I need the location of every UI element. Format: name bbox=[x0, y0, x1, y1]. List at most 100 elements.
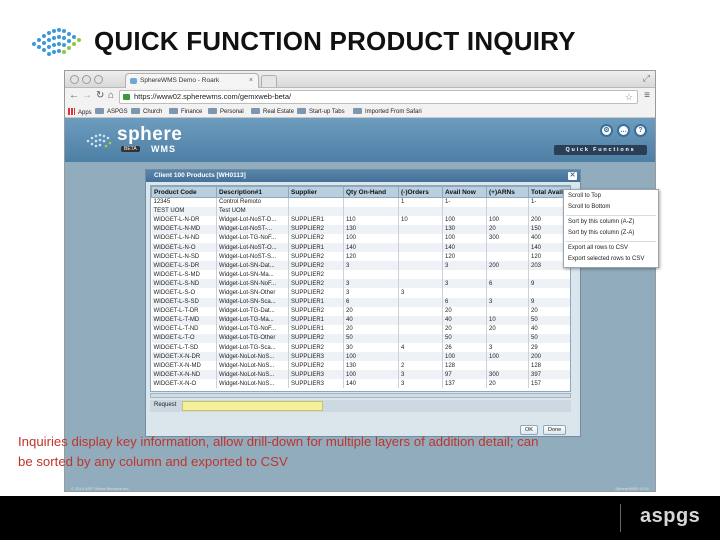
browser-tab[interactable]: SphereWMS Demo - Roark × bbox=[125, 73, 259, 88]
context-menu-item-export-all[interactable]: Export all rows to CSV bbox=[568, 245, 628, 251]
close-window-icon[interactable] bbox=[70, 75, 79, 84]
help-icon[interactable]: ? bbox=[634, 124, 647, 137]
context-menu-item-sort-a-z[interactable]: Sort by this column (A-Z) bbox=[568, 219, 634, 225]
table-row[interactable]: 12345 Control Remoto 1 1- 1- bbox=[151, 197, 570, 207]
table-cell: WIDGET-L-T-MD bbox=[151, 315, 217, 325]
table-row[interactable]: WIDGET-L-T-DR Widget-Lot-TG-Dat... SUPPLIE… bbox=[151, 306, 570, 316]
bookmark-finance[interactable]: Finance bbox=[169, 108, 202, 116]
table-cell: 40 bbox=[343, 315, 399, 325]
context-menu-item-scroll-to-bottom[interactable]: Scroll to Bottom bbox=[568, 204, 610, 210]
context-menu-item-sort-z-a[interactable]: Sort by this column (Z-A) bbox=[568, 230, 634, 236]
column-header[interactable]: Description#1 bbox=[216, 186, 289, 198]
table-row[interactable]: WIDGET-X-N-O Widget-NoLot-NoS... SUPPLIER3… bbox=[151, 379, 570, 389]
browser-menu-icon[interactable]: ≡ bbox=[644, 90, 650, 101]
slide-footer: aspgs bbox=[0, 496, 720, 540]
column-header[interactable]: (-)Orders bbox=[398, 186, 443, 198]
table-row[interactable]: WIDGET-L-T-MD Widget-Lot-TG-Ma... SUPPLIER… bbox=[151, 315, 570, 325]
column-header[interactable]: Supplier bbox=[288, 186, 344, 198]
browser-titlebar: SphereWMS Demo - Roark × ⤢ bbox=[65, 71, 655, 88]
bookmark-aspgs[interactable]: ASPGS bbox=[95, 108, 128, 116]
table-row[interactable]: WIDGET-L-N-ND Widget-Lot-TG-NoF... SUPPLIE… bbox=[151, 233, 570, 243]
column-header[interactable]: Avail Now bbox=[442, 186, 487, 198]
bookmark-start-up-tabs[interactable]: Start-up Tabs bbox=[297, 108, 345, 116]
bookmarks-bar: Apps ASPGS Church Finance Personal Real … bbox=[65, 106, 655, 118]
table-row[interactable]: WIDGET-L-N-DR Widget-Lot-NoST-D... SUPPLIE… bbox=[151, 215, 570, 225]
settings-icon[interactable]: ⚙ bbox=[600, 124, 613, 137]
new-tab-button[interactable] bbox=[261, 75, 277, 87]
table-cell: 20 bbox=[442, 324, 487, 334]
table-row[interactable]: WIDGET-X-N-MD Widget-NoLot-NoS... SUPPLIER… bbox=[151, 361, 570, 371]
minimize-window-icon[interactable] bbox=[82, 75, 91, 84]
table-cell: WIDGET-L-T-SD bbox=[151, 343, 217, 353]
reload-icon[interactable]: ↻ bbox=[96, 90, 104, 102]
column-header[interactable]: Qty On-Hand bbox=[343, 186, 399, 198]
folder-icon bbox=[208, 108, 217, 114]
table-cell: 20 bbox=[486, 224, 529, 234]
table-cell: 20 bbox=[528, 306, 570, 316]
products-grid[interactable]: Product Code Description#1 Supplier Qty On-… bbox=[150, 185, 571, 392]
table-cell bbox=[486, 306, 529, 316]
table-cell: WIDGET-L-S-ND bbox=[151, 279, 217, 289]
zoom-window-icon[interactable] bbox=[94, 75, 103, 84]
context-menu-item-scroll-to-top[interactable]: Scroll to Top bbox=[568, 193, 601, 199]
table-cell: SUPPLIER2 bbox=[288, 361, 344, 371]
quick-functions-button[interactable]: Quick Functions bbox=[554, 145, 647, 155]
bookmark-church[interactable]: Church bbox=[131, 108, 162, 116]
address-bar[interactable]: https://www02.spherewms.com/gemxweb-beta… bbox=[119, 90, 638, 104]
table-cell: Widget-Lot-SN-Other bbox=[216, 288, 289, 298]
table-cell: Widget-Lot-TG-Ma... bbox=[216, 315, 289, 325]
dialog-close-icon[interactable]: ✕ bbox=[568, 172, 577, 180]
table-cell: 20 bbox=[343, 324, 399, 334]
table-cell bbox=[442, 270, 487, 280]
table-row[interactable]: WIDGET-L-S-DR Widget-Lot-SN-Dat... SUPPLIE… bbox=[151, 261, 570, 271]
table-row[interactable]: WIDGET-L-S-MD Widget-Lot-SN-Ma... SUPPLIER… bbox=[151, 270, 570, 280]
table-cell: Widget-Lot-NoST-O... bbox=[216, 242, 289, 253]
table-cell: WIDGET-L-S-O bbox=[151, 288, 217, 298]
table-cell: SUPPLIER2 bbox=[288, 252, 344, 262]
table-row[interactable]: WIDGET-L-N-O Widget-Lot-NoST-O... SUPPLIER… bbox=[151, 242, 570, 253]
context-menu-divider bbox=[566, 215, 656, 216]
table-row[interactable]: WIDGET-X-N-ND Widget-NoLot-NoS... SUPPLIER… bbox=[151, 370, 570, 380]
context-menu-item-export-selected[interactable]: Export selected rows to CSV bbox=[568, 256, 644, 262]
table-row[interactable]: WIDGET-L-N-SD Widget-Lot-NoST-S... SUPPLIE… bbox=[151, 252, 570, 262]
bookmark-star-icon[interactable]: ☆ bbox=[625, 91, 633, 103]
table-cell: WIDGET-X-N-MD bbox=[151, 361, 217, 371]
bookmark-imported-from-safari[interactable]: Imported From Safari bbox=[353, 108, 422, 116]
grid-context-menu: Scroll to Top Scroll to Bottom Sort by t… bbox=[563, 189, 659, 268]
table-cell: 140 bbox=[343, 379, 399, 389]
table-row[interactable]: WIDGET-L-N-MD Widget-Lot-NoST-... SUPPLIER… bbox=[151, 224, 570, 234]
table-cell: 3 bbox=[398, 288, 443, 298]
table-cell bbox=[398, 224, 443, 234]
back-arrow-icon[interactable]: ← bbox=[69, 90, 79, 102]
fullscreen-icon[interactable]: ⤢ bbox=[643, 73, 650, 84]
table-row[interactable]: WIDGET-X-N-DR Widget-NoLot-NoS... SUPPLIER… bbox=[151, 352, 570, 362]
tab-close-icon[interactable]: × bbox=[249, 74, 253, 87]
table-cell: 50 bbox=[528, 333, 570, 343]
table-row[interactable]: WIDGET-L-T-ND Widget-Lot-TG-NoF... SUPPLIE… bbox=[151, 324, 570, 334]
table-cell bbox=[486, 242, 529, 253]
table-row[interactable]: WIDGET-L-T-SD Widget-Lot-TG-Sca... SUPPLIE… bbox=[151, 343, 570, 353]
table-row[interactable]: WIDGET-L-T-O Widget-Lot-TG-Other SUPPLIER2… bbox=[151, 333, 570, 343]
table-row[interactable]: TEST UOM Test UOM bbox=[151, 206, 570, 216]
table-cell bbox=[343, 197, 399, 207]
table-row[interactable]: WIDGET-L-S-ND Widget-Lot-SN-NoF... SUPPLIE… bbox=[151, 279, 570, 289]
column-header[interactable]: (+)ARNs bbox=[486, 186, 529, 198]
table-cell bbox=[486, 206, 529, 216]
app-header: sphere BETA WMS ⚙ … ? Quick Functions bbox=[65, 118, 655, 162]
request-input[interactable] bbox=[182, 401, 323, 411]
forward-arrow-icon[interactable]: → bbox=[82, 90, 92, 102]
chat-icon[interactable]: … bbox=[617, 124, 630, 137]
column-header[interactable]: Product Code bbox=[151, 186, 217, 198]
bookmark-real-estate[interactable]: Real Estate bbox=[251, 108, 294, 116]
bookmark-personal[interactable]: Personal bbox=[208, 108, 244, 116]
grid-horizontal-scrollbar[interactable] bbox=[150, 393, 571, 398]
home-icon[interactable]: ⌂ bbox=[108, 90, 114, 102]
table-cell: 128 bbox=[528, 361, 570, 371]
table-cell: Widget-Lot-SN-Dat... bbox=[216, 261, 289, 271]
table-cell: 3 bbox=[486, 343, 529, 353]
table-cell bbox=[288, 197, 344, 207]
table-cell: 6 bbox=[442, 297, 487, 307]
bookmark-apps[interactable]: Apps bbox=[68, 108, 92, 117]
table-row[interactable]: WIDGET-L-S-O Widget-Lot-SN-Other SUPPLIER2… bbox=[151, 288, 570, 298]
table-row[interactable]: WIDGET-L-S-SD Widget-Lot-SN-Sca... SUPPLIE… bbox=[151, 297, 570, 307]
